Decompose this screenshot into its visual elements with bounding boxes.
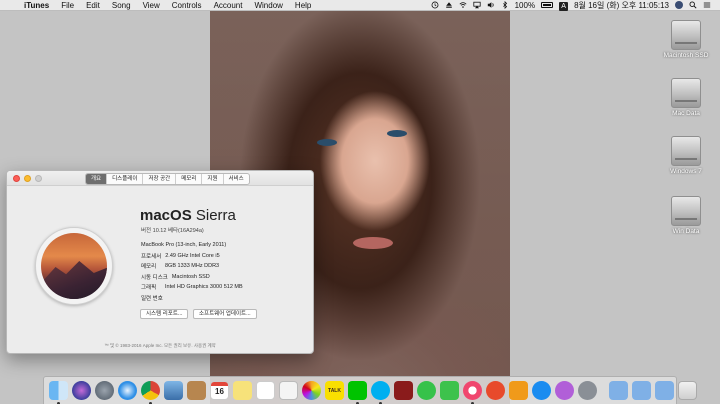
drive-label: Windows 7 (670, 168, 702, 175)
system-report-button[interactable]: 시스템 리포트... (140, 309, 189, 319)
textedit-icon[interactable] (279, 381, 298, 400)
photos-icon[interactable] (302, 381, 321, 400)
tab-storage[interactable]: 저장 공간 (143, 174, 177, 184)
menu-view[interactable]: View (137, 0, 166, 11)
spec-row-graphics: 그래픽 Intel HD Graphics 3000 512 MB (141, 284, 243, 292)
photo-booth-icon[interactable] (394, 381, 413, 400)
drive-label: Macintosh SSD (663, 52, 709, 59)
spec-list: MacBook Pro (13-inch, Early 2011) 프로세서 2.… (141, 240, 243, 303)
kakaotalk-icon[interactable]: TALK (325, 381, 344, 400)
status-menus: 100% A 8월 16일 (화) 오후 11:05:13 (428, 0, 720, 11)
copyright-text: ™ 및 © 1983-2016 Apple Inc. 모든 권리 보유. 사용권… (104, 343, 216, 348)
menu-song[interactable]: Song (106, 0, 137, 11)
spec-row-processor: 프로세서 2.49 GHz Intel Core i5 (141, 252, 220, 260)
macos-sierra-icon (35, 227, 113, 305)
music-player-icon[interactable] (486, 381, 505, 400)
os-version: 버전 10.12 베타(16A294a) (141, 228, 204, 234)
applications-folder-icon[interactable] (609, 381, 628, 400)
drive-label: Win Data (672, 228, 700, 235)
documents-folder-icon[interactable] (632, 381, 651, 400)
software-update-button[interactable]: 소프트웨어 업데이트... (193, 309, 257, 319)
siri-icon[interactable] (72, 381, 91, 400)
itunes-icon[interactable] (463, 381, 482, 404)
minimize-button[interactable] (24, 174, 31, 182)
hard-drive-icon (671, 20, 701, 50)
system-preferences-icon[interactable] (555, 381, 574, 400)
menu-window[interactable]: Window (248, 0, 288, 11)
menu-edit[interactable]: Edit (80, 0, 106, 11)
desktop-drive-macintosh-ssd[interactable]: Macintosh SSD (658, 20, 714, 59)
preview-icon[interactable] (164, 381, 183, 400)
spec-row-memory: 메모리 8GB 1333 MHz DDR3 (141, 263, 220, 271)
drive-label: Mac Data (672, 110, 700, 117)
calendar-icon[interactable]: 16 (210, 381, 229, 400)
launchpad-icon[interactable] (95, 381, 114, 400)
spec-row-serial: 일련 번호 (141, 295, 163, 302)
stickies-icon[interactable] (233, 381, 252, 400)
list-icon[interactable] (700, 0, 714, 11)
chrome-icon[interactable] (141, 381, 160, 404)
tab-service[interactable]: 서비스 (224, 174, 249, 184)
menu-controls[interactable]: Controls (166, 0, 208, 11)
input-source-icon[interactable]: A (556, 0, 571, 11)
safari-icon[interactable] (118, 381, 137, 400)
segmented-tabs: 개요 디스플레이 저장 공간 메모리 지원 서비스 (85, 173, 250, 185)
downloads-folder-icon[interactable] (655, 381, 674, 400)
menu-help[interactable]: Help (289, 0, 317, 11)
hard-drive-icon (671, 136, 701, 166)
tab-memory[interactable]: 메모리 (176, 174, 203, 184)
trash-icon[interactable] (678, 381, 697, 400)
eject-icon[interactable] (442, 0, 456, 11)
zoom-button (35, 174, 42, 182)
model-name: MacBook Pro (13-inch, Early 2011) (141, 242, 227, 248)
menu-bar: iTunes File Edit Song View Controls Acco… (0, 0, 720, 11)
about-this-mac-window: 개요 디스플레이 저장 공간 메모리 지원 서비스 macOS Sierra 버… (6, 170, 314, 354)
tab-overview[interactable]: 개요 (86, 174, 108, 184)
volume-icon[interactable] (484, 0, 498, 11)
os-name: macOS Sierra (140, 207, 236, 224)
menu-file[interactable]: File (55, 0, 80, 11)
utilities-icon[interactable] (578, 381, 597, 400)
dock: 16 TALK (43, 376, 697, 404)
battery-icon[interactable] (538, 0, 556, 11)
app-menu[interactable]: iTunes (18, 0, 55, 11)
desktop-drive-windows-7[interactable]: Windows 7 (658, 136, 714, 175)
menu-account[interactable]: Account (208, 0, 249, 11)
tab-support[interactable]: 지원 (202, 174, 224, 184)
app-store-icon[interactable] (532, 381, 551, 400)
hard-drive-icon (671, 196, 701, 226)
desktop-drive-mac-data[interactable]: Mac Data (658, 78, 714, 117)
notes-book-icon[interactable] (187, 381, 206, 400)
close-button[interactable] (13, 174, 20, 182)
hard-drive-icon (671, 78, 701, 108)
skype-icon[interactable] (371, 381, 390, 404)
spec-row-startup-disk: 시동 디스크 Macintosh SSD (141, 273, 210, 281)
finder-icon[interactable] (49, 381, 68, 404)
tab-displays[interactable]: 디스플레이 (107, 174, 144, 184)
facetime-icon[interactable] (440, 381, 459, 400)
airplay-icon[interactable] (470, 0, 484, 11)
user-icon[interactable] (672, 0, 686, 11)
window-titlebar[interactable]: 개요 디스플레이 저장 공간 메모리 지원 서비스 (7, 171, 313, 186)
wifi-icon[interactable] (456, 0, 470, 11)
search-icon[interactable] (686, 0, 700, 11)
line-icon[interactable] (348, 381, 367, 404)
clock[interactable]: 8월 16일 (화) 오후 11:05:13 (571, 0, 672, 11)
messages-icon[interactable] (417, 381, 436, 400)
bluetooth-icon[interactable] (498, 0, 512, 11)
time-machine-icon[interactable] (428, 0, 442, 11)
ibooks-icon[interactable] (509, 381, 528, 400)
desktop-drive-win-data[interactable]: Win Data (658, 196, 714, 235)
battery-percent[interactable]: 100% (512, 0, 538, 11)
reminders-icon[interactable] (256, 381, 275, 400)
